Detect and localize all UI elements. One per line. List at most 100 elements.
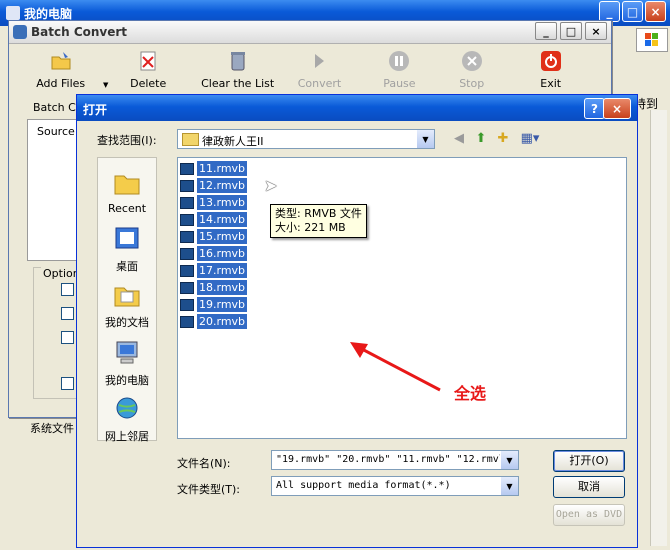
open-dialog-title-bar[interactable]: 打开 ? × [77, 95, 637, 121]
annotation-arrow-icon [350, 342, 441, 392]
look-in-dropdown[interactable]: 律政新人王II ▼ [177, 129, 435, 149]
places-bar: Recent 桌面 我的文档 我的电脑 网上邻居 [97, 157, 157, 444]
new-folder-icon[interactable]: ✚ [495, 131, 511, 147]
batch-window-controls: _ □ × [535, 22, 607, 40]
up-folder-icon[interactable]: ⬆ [473, 131, 489, 147]
play-icon [315, 54, 325, 68]
place-label: Recent [107, 202, 147, 215]
documents-folder-icon [114, 287, 140, 307]
help-button[interactable]: ? [584, 98, 605, 119]
select-all-annotation: 全选 [454, 384, 487, 403]
place-my-computer[interactable]: 我的电脑 [98, 340, 156, 388]
file-name: 16.rmvb [197, 246, 248, 261]
close-button[interactable]: × [645, 1, 666, 22]
place-my-documents[interactable]: 我的文档 [98, 282, 156, 330]
file-item[interactable]: 13.rmvb [180, 194, 248, 211]
add-files-button[interactable]: Add Files ▼ [15, 47, 108, 91]
windows-logo-icon [636, 28, 668, 52]
place-desktop[interactable]: 桌面 [98, 226, 156, 274]
open-dialog-title: 打开 [83, 103, 108, 117]
power-icon [540, 51, 561, 71]
recent-folder-icon [114, 175, 140, 195]
rmvb-file-icon [180, 315, 194, 328]
file-name-input[interactable]: "19.rmvb" "20.rmvb" "11.rmvb" "12.rmvl ▼ [271, 450, 519, 470]
file-item[interactable]: 12.rmvb [180, 177, 248, 194]
file-name: 17.rmvb [197, 263, 248, 278]
rmvb-file-icon [180, 281, 194, 294]
source-column-header[interactable]: Source [37, 125, 75, 138]
background-scrollbar[interactable] [650, 110, 667, 546]
network-globe-icon [116, 397, 138, 419]
place-label: 网上邻居 [105, 430, 149, 443]
close-button[interactable]: × [603, 98, 631, 119]
file-item[interactable]: 19.rmvb [180, 296, 248, 313]
option-checkbox[interactable] [61, 377, 74, 390]
file-name: 20.rmvb [197, 314, 248, 329]
file-tooltip: 类型: RMVB 文件 大小: 221 MB [270, 204, 367, 238]
place-network[interactable]: 网上邻居 [98, 396, 156, 444]
file-name-label: 文件名(N): [177, 457, 231, 470]
delete-button[interactable]: Delete [106, 47, 190, 91]
file-item[interactable]: 11.rmvb [180, 160, 248, 177]
chevron-down-icon[interactable]: ▼ [417, 130, 434, 148]
pause-label: Pause [383, 77, 416, 90]
rmvb-file-icon [180, 230, 194, 243]
place-label: 我的电脑 [105, 374, 149, 387]
option-checkbox[interactable] [61, 283, 74, 296]
place-recent[interactable]: Recent [98, 170, 156, 215]
close-button[interactable]: × [585, 22, 607, 40]
rmvb-file-icon [180, 179, 194, 192]
rmvb-file-icon [180, 298, 194, 311]
tooltip-type: 类型: RMVB 文件 [275, 207, 362, 220]
stop-button[interactable]: Stop [445, 47, 498, 91]
file-item[interactable]: 17.rmvb [180, 262, 248, 279]
pause-icon [389, 51, 410, 71]
option-checkbox[interactable] [61, 307, 74, 320]
desktop-icon [115, 227, 139, 249]
mouse-cursor-icon: ➤ [264, 176, 278, 195]
stop-label: Stop [459, 77, 485, 90]
chevron-down-icon[interactable]: ▼ [501, 451, 518, 469]
option-checkbox[interactable] [61, 331, 74, 344]
navigation-buttons: ◀ ⬆ ✚ ▦▾ [451, 131, 543, 147]
file-list[interactable]: 11.rmvb 12.rmvb 13.rmvb 14.rmvb 15.rmvb … [177, 157, 627, 439]
file-name: 12.rmvb [197, 178, 248, 193]
look-in-label: 查找范围(I): [97, 134, 157, 147]
rmvb-file-icon [180, 162, 194, 175]
file-item[interactable]: 15.rmvb [180, 228, 248, 245]
file-item[interactable]: 18.rmvb [180, 279, 248, 296]
open-as-dvd-button[interactable]: Open as DVD [553, 504, 625, 526]
background-left-text: 系统文件 [30, 422, 74, 435]
background-window-controls: _ □ × [599, 1, 666, 22]
tooltip-size: 大小: 221 MB [275, 221, 346, 234]
exit-button[interactable]: Exit [498, 47, 603, 91]
file-name: 11.rmvb [197, 161, 248, 176]
view-menu-icon[interactable]: ▦▾ [517, 131, 543, 147]
add-files-label: Add Files [36, 77, 86, 90]
app-icon [13, 25, 27, 39]
batch-convert-title-bar[interactable]: Batch Convert _ □ × [9, 21, 611, 44]
clear-list-button[interactable]: Clear the List [190, 47, 285, 91]
maximize-button[interactable]: □ [622, 1, 643, 22]
maximize-button[interactable]: □ [560, 22, 582, 40]
minimize-button[interactable]: _ [599, 1, 620, 22]
chevron-down-icon[interactable]: ▼ [501, 477, 518, 495]
file-type-value: All support media format(*.*) [276, 480, 451, 491]
batch-convert-title: Batch Convert [31, 25, 128, 39]
minimize-button[interactable]: _ [535, 22, 557, 40]
rmvb-file-icon [180, 247, 194, 260]
file-item[interactable]: 14.rmvb [180, 211, 248, 228]
file-name: 18.rmvb [197, 280, 248, 295]
file-type-label: 文件类型(T): [177, 483, 241, 496]
back-icon[interactable]: ◀ [451, 131, 467, 147]
file-type-select[interactable]: All support media format(*.*) ▼ [271, 476, 519, 496]
file-item[interactable]: 20.rmvb [180, 313, 248, 330]
file-item[interactable]: 16.rmvb [180, 245, 248, 262]
convert-button[interactable]: Convert [285, 47, 354, 91]
open-button[interactable]: 打开(O) [553, 450, 625, 472]
file-name: 13.rmvb [197, 195, 248, 210]
trash-icon [230, 52, 245, 71]
clear-list-label: Clear the List [201, 77, 275, 90]
pause-button[interactable]: Pause [354, 47, 445, 91]
cancel-button[interactable]: 取消 [553, 476, 625, 498]
